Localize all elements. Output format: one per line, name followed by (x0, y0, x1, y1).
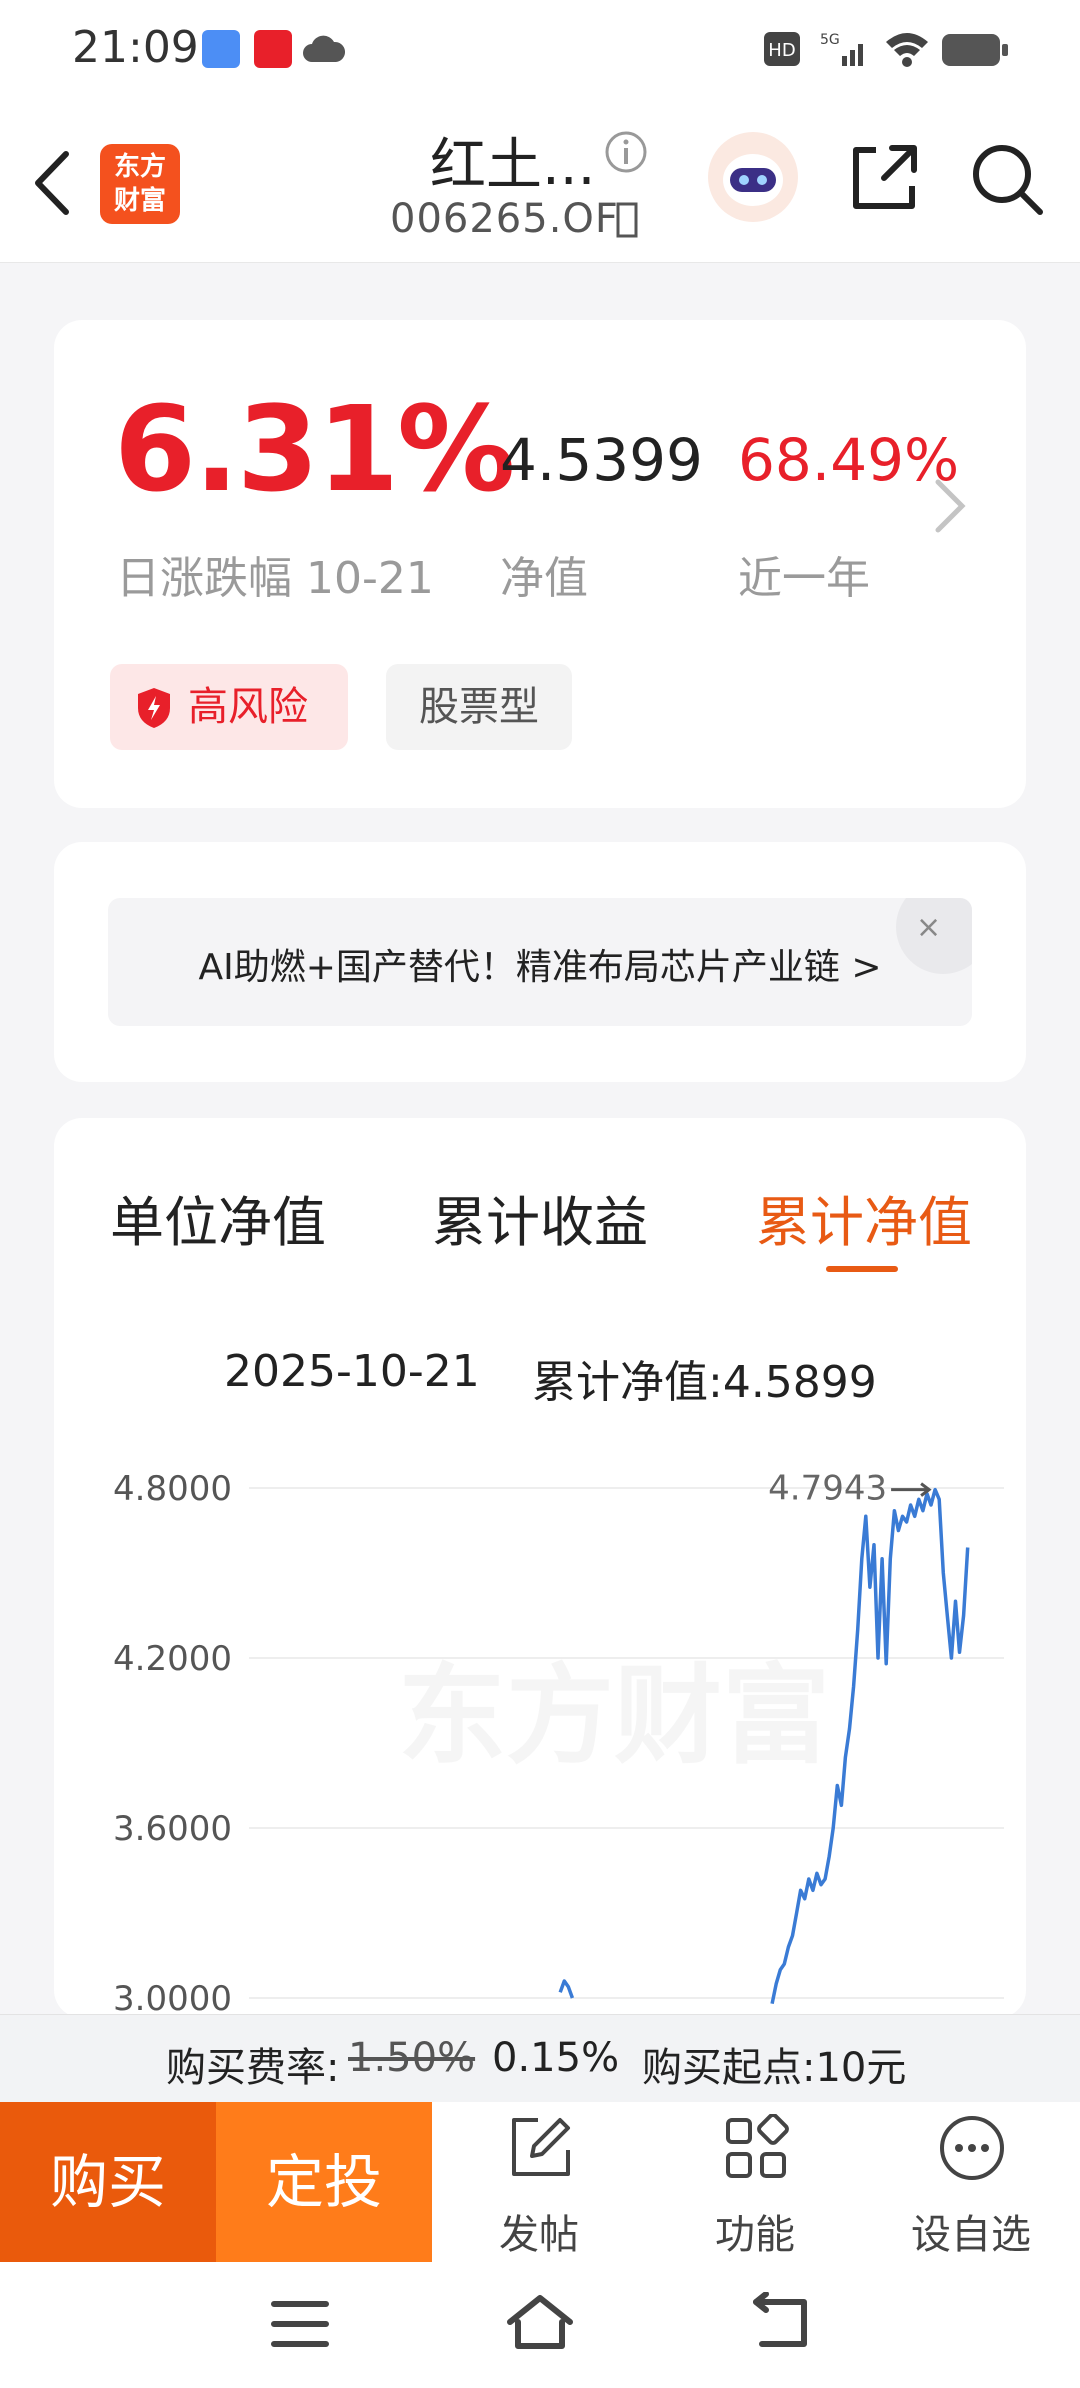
promo-card: AI助燃+国产替代！精准布局芯片产业链 > × (54, 842, 1026, 1082)
status-bar: 21:09 HD 5G (0, 0, 1080, 100)
tab-cumulative-nav[interactable]: 累计净值 (756, 1178, 972, 1257)
fund-summary-card[interactable]: 6.31% 4.5399 68.49% 日涨跌幅 10-21 净值 近一年 高风… (54, 320, 1026, 808)
y-axis: 4.8000 4.2000 3.6000 3.0000 (113, 1469, 232, 2018)
taobao-notification-icon (254, 30, 292, 68)
menu-icon[interactable] (270, 2298, 330, 2350)
back-nav-icon[interactable] (748, 2292, 812, 2352)
max-arrow-icon (891, 1482, 932, 1497)
minimum-purchase: 购买起点:10元 (642, 2045, 907, 2091)
nav-value: 4.5399 (500, 426, 703, 494)
home-icon[interactable] (504, 2292, 576, 2352)
svg-text:HD: HD (768, 40, 795, 61)
shield-icon (138, 688, 170, 728)
fee-label: 购买费率: (166, 2045, 340, 2091)
max-value-label: 4.7943 (768, 1469, 887, 1509)
promo-banner[interactable]: AI助燃+国产替代！精准布局芯片产业链 > × (108, 898, 972, 1026)
app-logo: 东方 财富 (100, 144, 180, 224)
ai-assistant-icon[interactable] (706, 130, 800, 224)
one-year-label: 近一年 (738, 553, 870, 604)
edit-icon (512, 2118, 570, 2176)
tab-cumulative-return[interactable]: 累计收益 (432, 1178, 648, 1257)
fund-title[interactable]: 红土... (430, 120, 595, 201)
more-icon (940, 2116, 1004, 2180)
chart-current-value: 累计净值:4.5899 (532, 1357, 877, 1408)
nav-line-chart[interactable]: 东方财富 4.8000 4.2000 3.6000 3.0000 4.7943 (54, 1448, 1026, 2018)
app-notification-icon (202, 30, 240, 68)
post-label: 发帖 (499, 2212, 579, 2258)
daily-change-value: 6.31% (114, 380, 515, 518)
fund-type-tag[interactable]: 股票型 (386, 664, 572, 750)
auto-invest-button[interactable]: 定投 (216, 2102, 432, 2262)
wifi-icon (886, 33, 928, 67)
bottom-action-bar: 购买 定投 发帖 功能 设自选 (0, 2102, 1080, 2262)
grid-apps-icon (726, 2114, 789, 2178)
original-fee: 1.50% (348, 2035, 476, 2081)
share-icon[interactable] (848, 142, 920, 214)
chevron-right-icon[interactable] (930, 476, 970, 536)
post-button[interactable]: 发帖 (464, 2102, 614, 2262)
info-icon[interactable] (604, 130, 648, 174)
active-tab-indicator (826, 1266, 898, 1272)
nav-label: 净值 (500, 553, 588, 604)
chart-date: 2025-10-21 (224, 1346, 480, 1397)
functions-label: 功能 (715, 2212, 795, 2258)
close-icon: × (916, 910, 942, 945)
status-time: 21:09 (72, 22, 199, 73)
y-tick-label: 4.8000 (113, 1469, 232, 1509)
watermark: 东方财富 (398, 1654, 830, 1779)
back-icon[interactable] (30, 148, 74, 218)
search-icon[interactable] (970, 142, 1046, 218)
fund-code: 006265.OF (390, 196, 619, 242)
nav-chart-card: 单位净值 累计收益 累计净值 2025-10-21 累计净值:4.5899 东方… (54, 1118, 1026, 2018)
hd-icon: HD (764, 32, 800, 66)
fee-bar: 购买费率: 1.50% 0.15% 购买起点:10元 (0, 2014, 1080, 2103)
add-watchlist-button[interactable]: 设自选 (896, 2102, 1046, 2262)
y-tick-label: 3.0000 (113, 1979, 232, 2018)
daily-change-label: 日涨跌幅 10-21 (116, 553, 434, 604)
buy-button[interactable]: 购买 (0, 2102, 216, 2262)
tab-unit-nav[interactable]: 单位净值 (110, 1178, 326, 1257)
header: 东方 财富 红土... 006265.OF (0, 100, 1080, 263)
promo-text: AI助燃+国产替代！精准布局芯片产业链 > (198, 947, 882, 988)
discount-fee: 0.15% (492, 2035, 620, 2081)
battery-icon (942, 34, 1008, 66)
copy-icon[interactable] (616, 202, 640, 238)
signal-icon: 5G (820, 32, 863, 66)
functions-button[interactable]: 功能 (680, 2102, 830, 2262)
risk-tag-label: 高风险 (188, 684, 308, 730)
svg-text:5G: 5G (820, 32, 840, 48)
one-year-return-value: 68.49% (738, 426, 960, 494)
y-tick-label: 4.2000 (113, 1639, 232, 1679)
risk-tag[interactable]: 高风险 (110, 664, 348, 750)
add-watchlist-label: 设自选 (911, 2212, 1031, 2258)
cloud-icon (303, 35, 346, 62)
system-navigation-bar (0, 2262, 1080, 2388)
y-tick-label: 3.6000 (113, 1809, 232, 1849)
